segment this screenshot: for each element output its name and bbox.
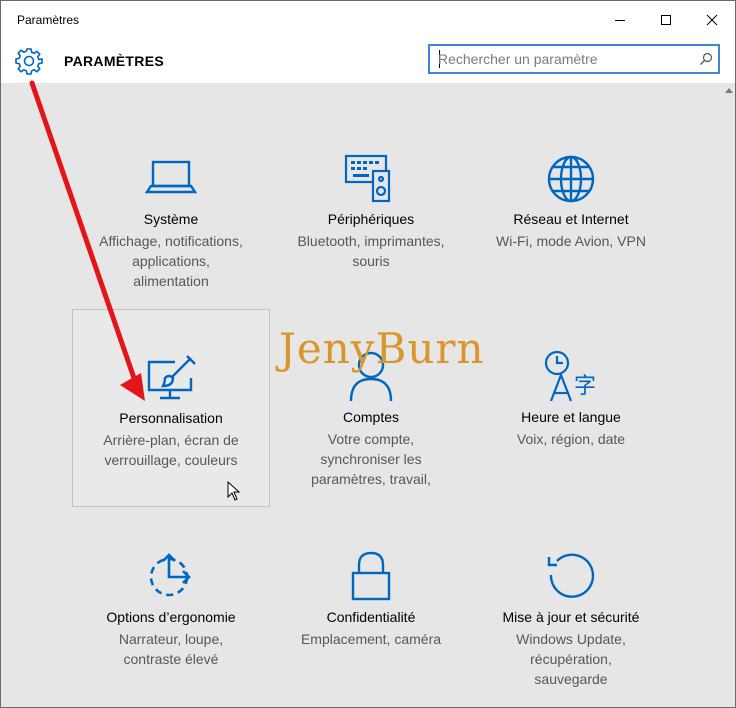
minimize-button[interactable]: [597, 1, 643, 39]
lock-icon: [351, 551, 391, 601]
paint-monitor-icon: [147, 355, 196, 400]
mouse-pointer-icon: [227, 481, 241, 501]
tile-description: Emplacement, caméra: [300, 631, 442, 647]
tile-description: Narrateur, loupe, contraste élevé: [118, 631, 224, 667]
settings-header: PARAMÈTRES: [1, 39, 735, 83]
ease-of-access-icon: [149, 553, 191, 597]
update-icon: [547, 553, 595, 598]
tile-label: Mise à jour et sécurité: [502, 609, 640, 625]
gear-icon[interactable]: [15, 47, 43, 75]
tile-mise-a-jour[interactable]: Mise à jour et sécurité Windows Update, …: [472, 509, 670, 707]
close-icon: [706, 14, 718, 26]
tile-label: Confidentialité: [326, 609, 416, 625]
tile-ergonomie[interactable]: Options d’ergonomie Narrateur, loupe, co…: [72, 509, 270, 707]
scrollbar[interactable]: [723, 83, 735, 707]
tile-label: Système: [143, 211, 199, 227]
tile-peripheriques[interactable]: Périphériques Bluetooth, imprimantes, so…: [272, 111, 470, 309]
tile-label: Périphériques: [327, 211, 415, 227]
tile-description: Arrière-plan, écran de verrouillage, cou…: [103, 432, 239, 468]
tile-description: Votre compte, synchroniser les paramètre…: [311, 431, 431, 487]
tile-reseau[interactable]: Réseau et Internet Wi-Fi, mode Avion, VP…: [472, 111, 670, 309]
maximize-icon: [661, 15, 671, 25]
search-box[interactable]: [428, 44, 720, 74]
search-input[interactable]: [438, 49, 688, 69]
title-bar[interactable]: Paramètres: [1, 1, 735, 39]
tile-heure-langue[interactable]: 字 Heure et langue Voix, région, date: [472, 309, 670, 507]
window-title: Paramètres: [17, 13, 80, 27]
tile-description: Wi-Fi, mode Avion, VPN: [496, 233, 646, 249]
settings-window: Paramètres PARAMÈTRES Rechercher un para…: [0, 0, 736, 708]
page-title: PARAMÈTRES: [64, 53, 164, 69]
close-button[interactable]: [689, 1, 735, 39]
tile-description: Voix, région, date: [516, 431, 626, 447]
tile-systeme[interactable]: Système Affichage, notifications, applic…: [72, 111, 270, 309]
tile-description: Windows Update, récupération, sauvegarde: [516, 631, 626, 687]
search-icon[interactable]: [699, 52, 713, 66]
svg-text:字: 字: [574, 374, 596, 399]
maximize-button[interactable]: [643, 1, 689, 39]
tile-confidentialite[interactable]: Confidentialité Emplacement, caméra: [272, 509, 470, 707]
minimize-icon: [615, 20, 625, 21]
tile-label: Comptes: [342, 409, 400, 425]
tile-personnalisation[interactable]: Personnalisation Arrière-plan, écran de …: [72, 309, 270, 507]
tile-label: Personnalisation: [119, 410, 223, 426]
tile-label: Réseau et Internet: [513, 211, 629, 227]
tile-label: Options d’ergonomie: [106, 609, 236, 625]
globe-icon: [547, 155, 595, 203]
tile-description: Affichage, notifications, applications, …: [99, 233, 243, 289]
devices-icon: [344, 154, 391, 203]
laptop-icon: [144, 160, 198, 194]
tile-description: Bluetooth, imprimantes, souris: [297, 233, 445, 269]
watermark-logo: JenyBurn: [279, 324, 485, 373]
scroll-up-arrow-icon[interactable]: [725, 87, 733, 93]
time-language-icon: 字: [544, 350, 596, 402]
tile-label: Heure et langue: [521, 409, 621, 425]
